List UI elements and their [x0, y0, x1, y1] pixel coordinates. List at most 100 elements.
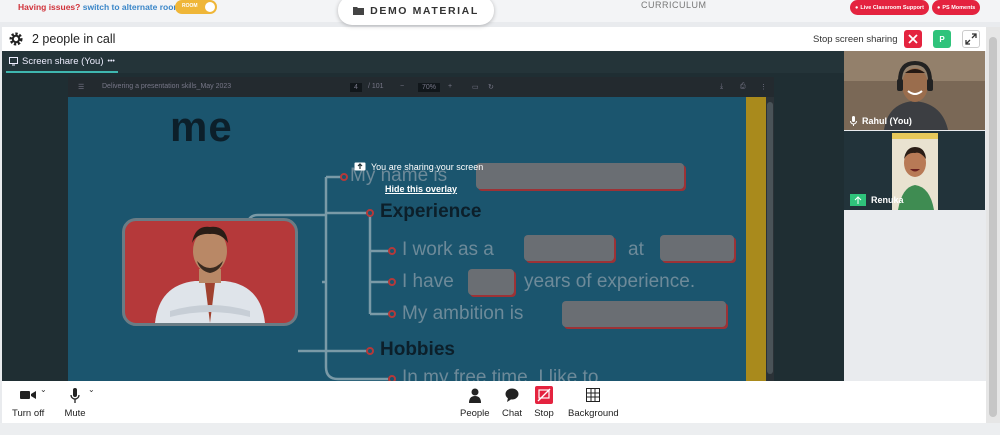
close-icon [908, 34, 918, 44]
stop-screen-sharing-link[interactable]: Stop screen sharing [813, 34, 898, 45]
bullet-dot [388, 247, 396, 255]
participant-badge[interactable]: P [933, 30, 951, 48]
footer-strip [0, 423, 1000, 435]
live-support-label: Live Classroom Support [860, 4, 924, 11]
page-scroll-thumb[interactable] [989, 37, 997, 417]
share-screen-icon [354, 162, 366, 171]
camera-icon [20, 391, 37, 399]
switch-room-link[interactable]: switch to alternate room [83, 2, 181, 12]
call-header: 2 people in call Stop screen sharing P [2, 27, 986, 51]
stop-share-icon [535, 386, 553, 404]
mic-options-chevron-icon[interactable]: ⌄ [88, 385, 95, 394]
demo-material-button[interactable]: DEMO MATERIAL [338, 0, 494, 25]
participant-tile-rahul[interactable]: Rahul (You) [844, 51, 985, 130]
rotate-icon[interactable]: ↻ [488, 83, 494, 91]
toggle-knob [205, 2, 215, 12]
slide-line-hobby: In my free time, I like to [402, 367, 599, 381]
page-number-input[interactable]: 4 [350, 83, 362, 92]
slide-line-at: at [628, 239, 644, 260]
download-icon[interactable]: ⤓ [720, 83, 723, 91]
background-label: Background [568, 408, 619, 419]
live-support-button[interactable]: ● Live Classroom Support [850, 0, 929, 15]
participant-label: Rahul (You) [850, 116, 912, 126]
mic-icon [70, 387, 80, 403]
demo-material-label: DEMO MATERIAL [370, 4, 479, 17]
slide-accent-bar [746, 97, 766, 381]
call-controls: Turn off ⌄ Mute ⌄ People Chat Stop Backg… [2, 381, 986, 423]
audio-level-icon [850, 194, 866, 206]
pdf-scrollbar[interactable] [766, 97, 774, 381]
bullet-dot [366, 347, 374, 355]
menu-icon[interactable]: ☰ [78, 83, 84, 91]
zoom-level[interactable]: 70% [418, 83, 441, 92]
camera-options-chevron-icon[interactable]: ⌄ [40, 385, 47, 394]
issues-notice: Having issues? switch to alternate room [18, 2, 181, 12]
mic-button[interactable]: Mute [64, 386, 86, 419]
more-icon[interactable]: ⋮ [760, 83, 767, 91]
screen-share-stage: Screen share (You) ••• ☰ Delivering a pr… [2, 51, 844, 381]
slide-line-work: I work as a [402, 239, 494, 260]
bullet-dot [340, 173, 348, 181]
scroll-thumb[interactable] [767, 102, 773, 374]
mic-icon [850, 116, 857, 126]
people-icon [468, 388, 481, 403]
screen-share-label: Screen share (You) [22, 55, 104, 67]
blank-name [476, 163, 684, 189]
bullet-dot [388, 278, 396, 286]
pdf-toolbar: ☰ Delivering a presentation skills_May 2… [68, 77, 774, 97]
background-button[interactable]: Background [568, 386, 619, 419]
blank-ambition [562, 301, 726, 327]
slide-line-years: years of experience. [524, 271, 696, 292]
slide-heading-experience: Experience [380, 201, 482, 222]
total-pages: / 101 [368, 83, 384, 90]
issues-text: Having issues? [18, 2, 81, 12]
support-icon: ● [855, 4, 859, 11]
chat-icon [505, 388, 519, 402]
slide-line-ambition: My ambition is [402, 303, 524, 324]
participant-name: Renuka [871, 195, 904, 205]
people-button[interactable]: People [460, 386, 490, 419]
page-scrollbar[interactable] [986, 27, 1000, 423]
people-count: 2 people in call [32, 32, 116, 46]
hide-overlay-link[interactable]: Hide this overlay [385, 184, 457, 194]
blank-company [660, 235, 734, 261]
print-icon[interactable]: ⎙ [740, 83, 746, 91]
room-toggle-label: ROOM [182, 3, 198, 9]
stop-share-control[interactable]: Stop [533, 386, 555, 419]
bullet-dot [388, 310, 396, 318]
ps-moments-label: PS Moments [942, 4, 976, 11]
profile-photo-frame [122, 218, 298, 326]
blank-years [468, 269, 514, 295]
curriculum-tab[interactable]: CURRICULUM [641, 0, 707, 10]
zoom-in-icon[interactable]: + [448, 83, 452, 90]
more-options-icon[interactable]: ••• [108, 58, 115, 65]
moments-icon: ● [937, 4, 941, 11]
participant-label: Renuka [850, 194, 904, 206]
zoom-out-icon[interactable]: − [400, 83, 404, 90]
camera-label: Turn off [12, 408, 45, 419]
slide-line-have: I have [402, 271, 454, 292]
overlay-message: You are sharing your screen [371, 162, 484, 172]
slide-heading-hobbies: Hobbies [380, 339, 455, 360]
people-label: People [460, 408, 490, 419]
fullscreen-button[interactable] [962, 30, 980, 48]
folder-icon [353, 7, 365, 15]
participant-tile-renuka[interactable]: Renuka [844, 131, 985, 210]
screen-share-tab[interactable]: Screen share (You) ••• [6, 51, 118, 73]
top-bar: Having issues? switch to alternate room … [0, 0, 1000, 22]
pdf-title: Delivering a presentation skills_May 202… [102, 83, 232, 90]
screen-icon [9, 56, 18, 65]
fit-page-icon[interactable]: ▭ [472, 83, 479, 91]
stop-sharing-button[interactable] [904, 30, 922, 48]
blank-job [524, 235, 614, 261]
sharing-overlay: You are sharing your screen [354, 162, 483, 172]
presentation-slide: me My name is Experience I work as a at … [68, 97, 766, 381]
chat-button[interactable]: Chat [501, 386, 523, 419]
stop-label: Stop [534, 408, 554, 419]
gear-icon[interactable] [8, 31, 24, 47]
ps-moments-button[interactable]: ● PS Moments [932, 0, 981, 15]
room-toggle[interactable]: ROOM [175, 0, 217, 14]
background-icon [586, 388, 601, 402]
person-photo [155, 226, 265, 323]
share-tab-bar: Screen share (You) ••• [2, 51, 844, 73]
